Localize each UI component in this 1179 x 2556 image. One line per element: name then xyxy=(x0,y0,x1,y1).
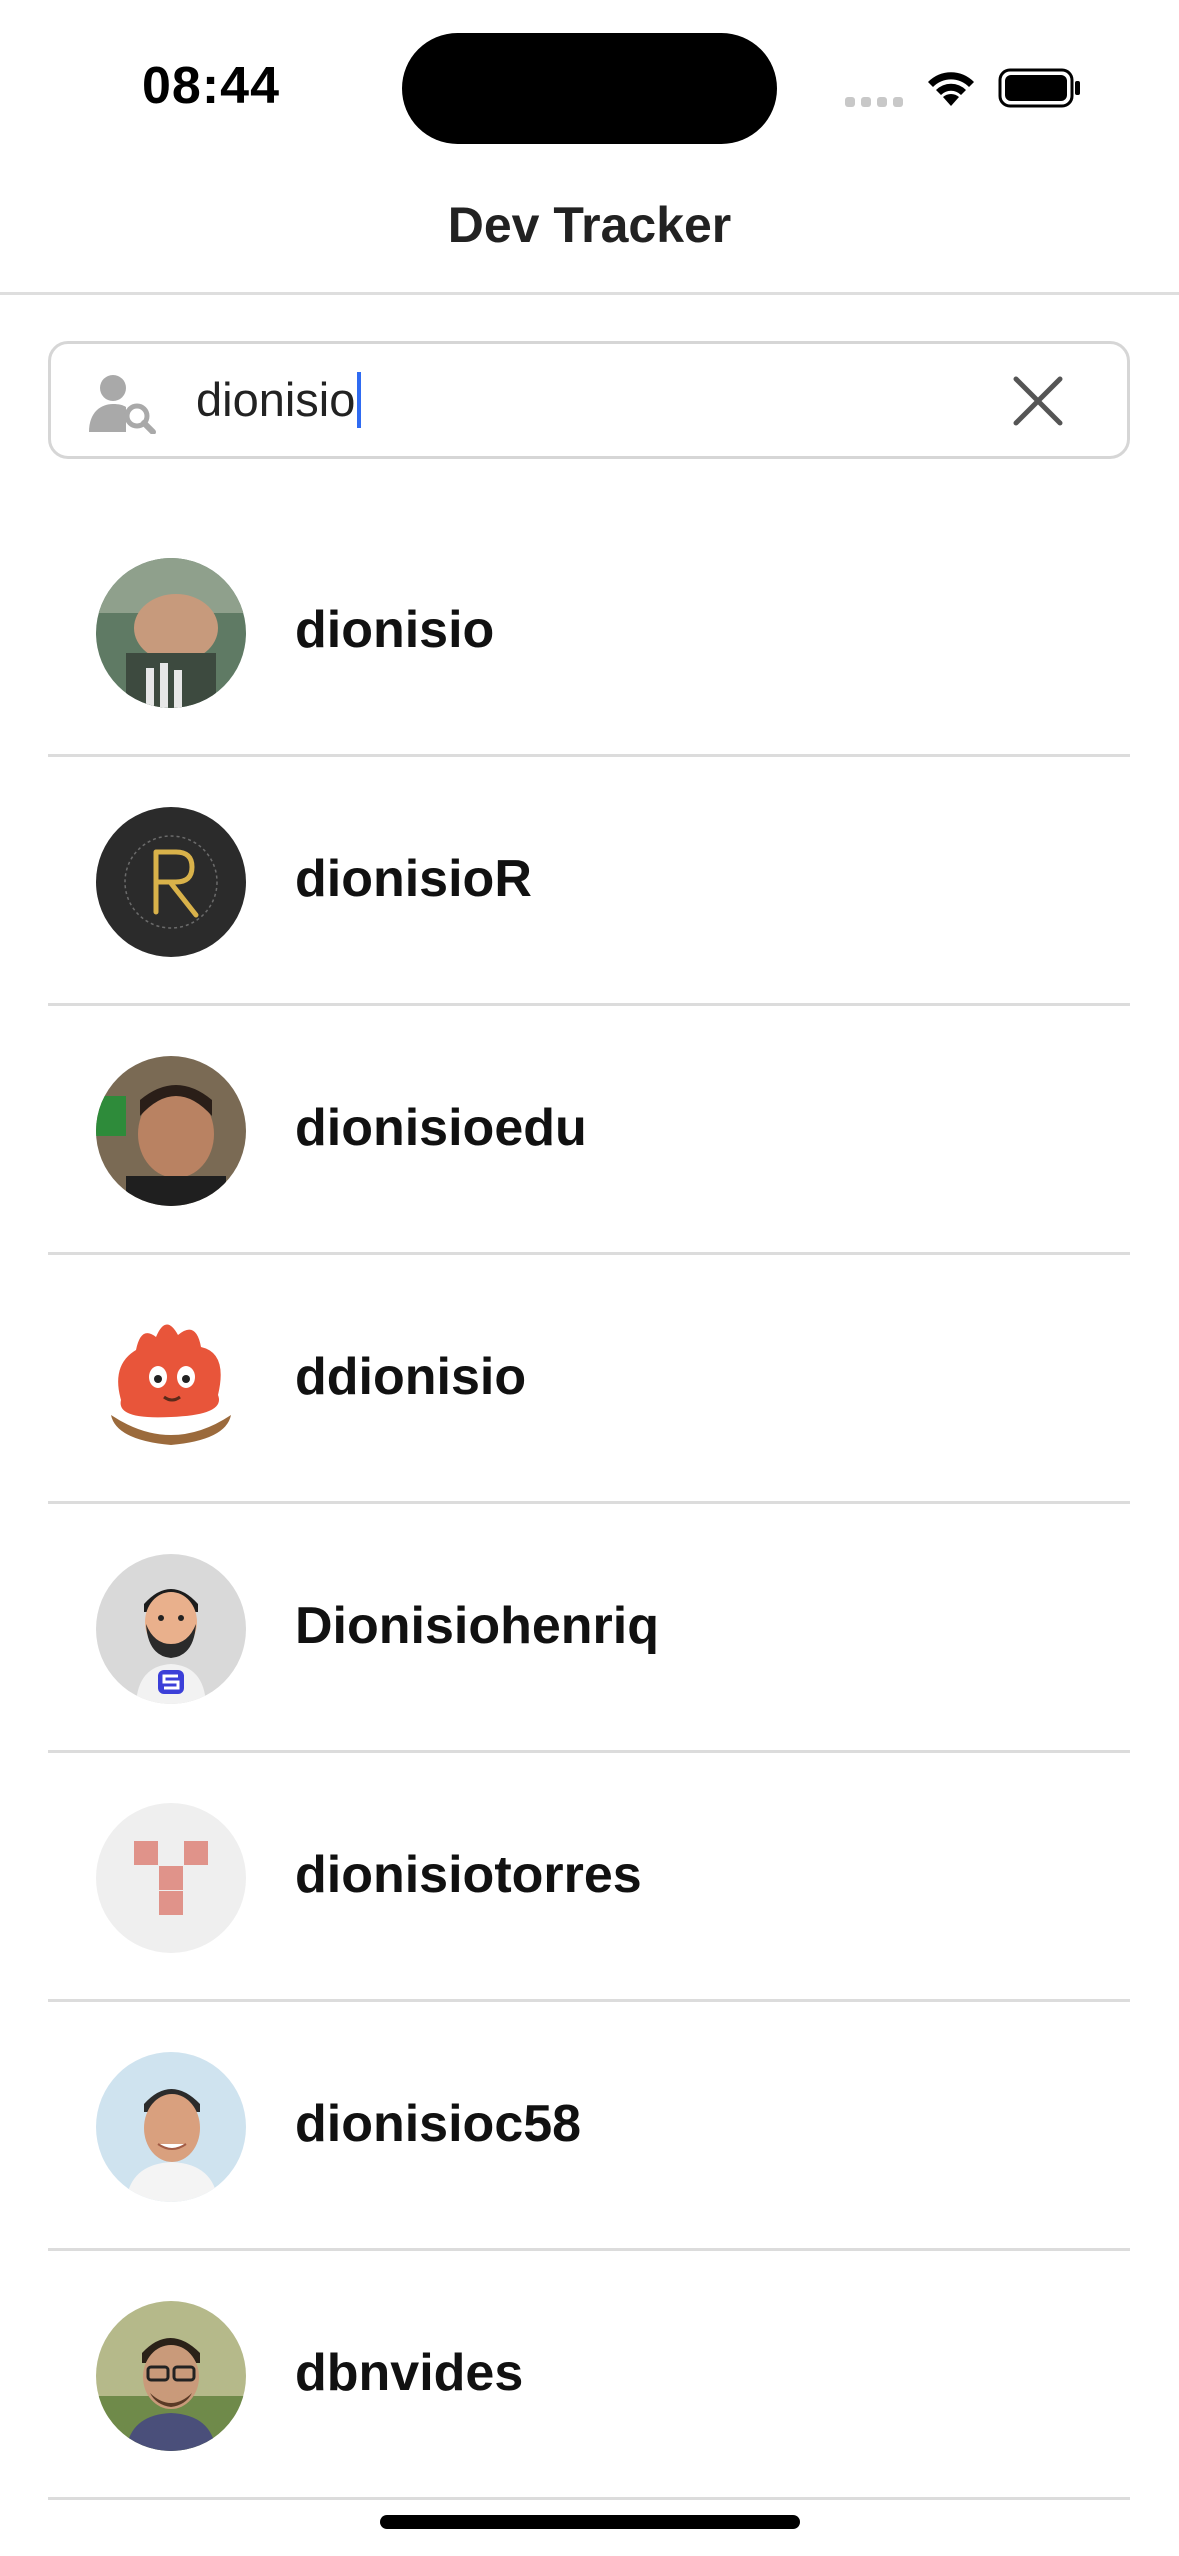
username: dionisioedu xyxy=(295,1099,587,1157)
list-item[interactable]: dionisiotorres xyxy=(48,1753,1130,2002)
user-results-list: dionisio dionisioR dionisioedu ddionisio… xyxy=(48,508,1130,2500)
page-title: Dev Tracker xyxy=(447,197,732,253)
avatar xyxy=(96,558,246,708)
username: dionisioc58 xyxy=(295,2095,582,2153)
username: dbnvides xyxy=(295,2344,524,2402)
dynamic-island xyxy=(402,33,777,144)
status-time: 08:44 xyxy=(142,57,280,115)
username: dionisiotorres xyxy=(295,1846,642,1904)
app-screen: 08:44 Dev Tracker dionisio dionisio dion… xyxy=(0,0,1179,2556)
list-item[interactable]: dionisioR xyxy=(48,757,1130,1006)
list-item[interactable]: ddionisio xyxy=(48,1255,1130,1504)
search-input-value: dionisio xyxy=(196,373,356,426)
avatar xyxy=(96,1056,246,1206)
battery-icon xyxy=(998,68,1080,108)
nav-divider xyxy=(0,292,1179,295)
avatar xyxy=(96,1554,246,1704)
list-item[interactable]: dbnvides xyxy=(48,2251,1130,2500)
username: Dionisiohenriq xyxy=(295,1597,659,1655)
avatar xyxy=(96,1803,246,1953)
cellular-signal-icon xyxy=(845,97,903,107)
avatar xyxy=(96,807,246,957)
home-indicator[interactable] xyxy=(380,2515,800,2529)
list-item[interactable]: dionisio xyxy=(48,508,1130,757)
username: dionisio xyxy=(295,601,495,659)
person-search-icon xyxy=(89,375,156,434)
list-item[interactable]: dionisioedu xyxy=(48,1006,1130,1255)
wifi-icon xyxy=(928,72,974,106)
close-icon[interactable] xyxy=(1012,375,1064,427)
username: dionisioR xyxy=(295,850,532,908)
avatar xyxy=(96,2052,246,2202)
avatar xyxy=(96,1305,246,1455)
search-field[interactable]: dionisio xyxy=(48,341,1130,459)
username: ddionisio xyxy=(295,1348,527,1406)
list-item[interactable]: Dionisiohenriq xyxy=(48,1504,1130,1753)
avatar xyxy=(96,2301,246,2451)
list-item[interactable]: dionisioc58 xyxy=(48,2002,1130,2251)
search-input[interactable]: dionisio xyxy=(196,370,362,430)
text-caret xyxy=(357,372,362,428)
